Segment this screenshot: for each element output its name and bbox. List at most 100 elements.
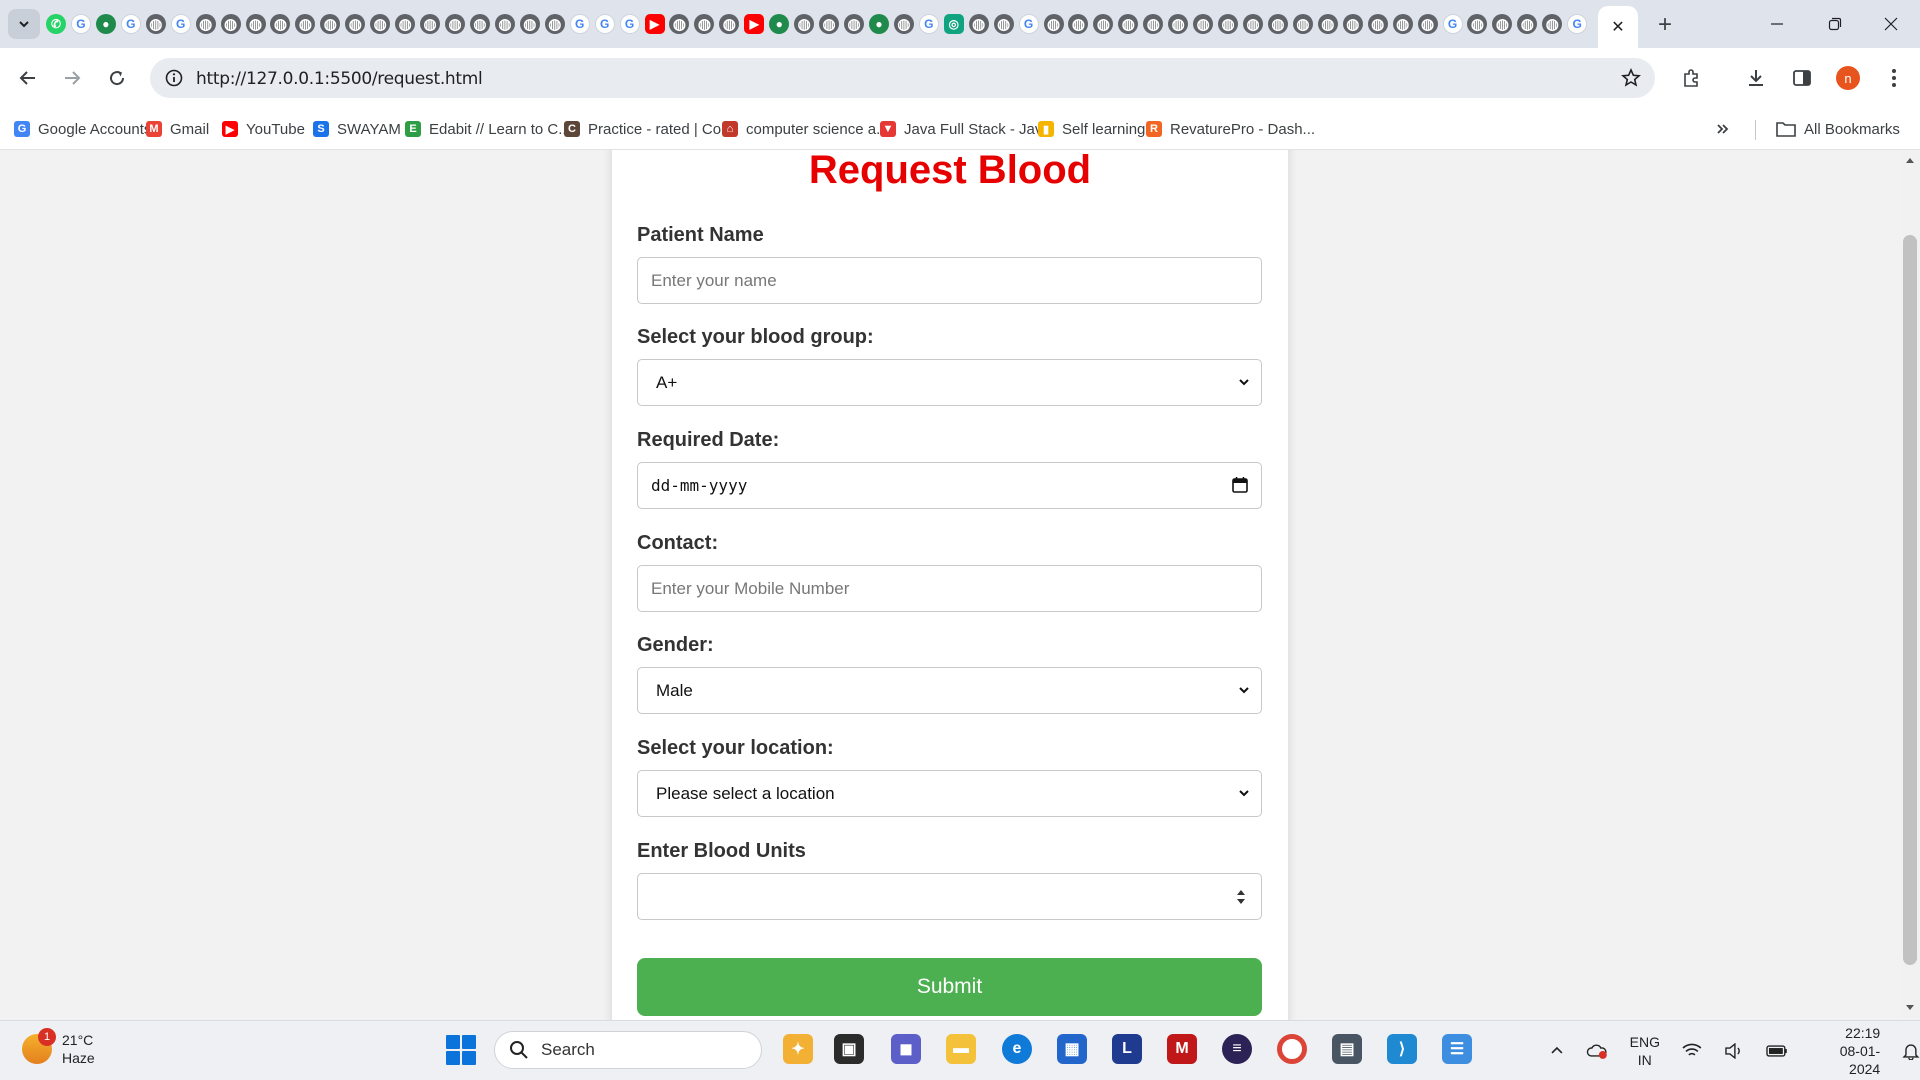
tab-favicon-globe-icon[interactable]: ◍ bbox=[195, 14, 216, 34]
side-panel-button[interactable] bbox=[1786, 62, 1818, 94]
bookmark-item[interactable]: R RevaturePro - Dash... bbox=[1146, 116, 1315, 142]
tab-favicon-globe-icon[interactable]: ◍ bbox=[1317, 14, 1338, 34]
tab-favicon-g-icon[interactable]: G bbox=[170, 14, 191, 34]
tab-favicon-g-icon[interactable]: G bbox=[70, 14, 91, 34]
tab-favicon-globe-icon[interactable]: ◍ bbox=[669, 14, 690, 34]
tab-favicon-globe-icon[interactable]: ◍ bbox=[420, 14, 441, 34]
downloads-button[interactable] bbox=[1740, 62, 1772, 94]
page-scrollbar[interactable] bbox=[1900, 150, 1920, 1020]
tab-favicon-globe-icon[interactable]: ◍ bbox=[968, 14, 989, 34]
language-indicator[interactable]: ENG IN bbox=[1630, 1033, 1660, 1069]
profile-avatar[interactable]: n bbox=[1836, 66, 1860, 90]
browser-menu-button[interactable] bbox=[1878, 62, 1910, 94]
gender-select[interactable]: Male bbox=[637, 667, 1262, 714]
bookmark-item[interactable]: E Edabit // Learn to C... bbox=[405, 116, 571, 142]
tab-favicon-g-icon[interactable]: G bbox=[120, 14, 141, 34]
tab-favicon-globe-icon[interactable]: ◍ bbox=[1243, 14, 1263, 34]
scroll-up-icon[interactable] bbox=[1905, 156, 1915, 164]
tab-favicon-globe-icon[interactable]: ◍ bbox=[519, 14, 540, 34]
tab-favicon-globe-icon[interactable]: ◍ bbox=[345, 14, 366, 34]
tab-favicon-globe-icon[interactable]: ◍ bbox=[469, 14, 490, 34]
active-tab[interactable]: ✕ bbox=[1598, 6, 1638, 48]
contact-input[interactable]: Enter your Mobile Number bbox=[637, 565, 1262, 612]
tab-favicon-globe-icon[interactable]: ◍ bbox=[1143, 14, 1164, 34]
tab-favicon-globe-icon[interactable]: ◍ bbox=[1068, 14, 1089, 34]
bookmark-item[interactable]: G Google Accounts bbox=[14, 116, 151, 142]
tab-favicon-globe-icon[interactable]: ◍ bbox=[1542, 14, 1563, 34]
clock[interactable]: 22:19 08-01-2024 bbox=[1809, 1024, 1880, 1078]
show-hidden-icons-chevron-icon[interactable] bbox=[1550, 1044, 1564, 1058]
tab-favicon-globe-icon[interactable]: ◍ bbox=[893, 14, 914, 34]
calendar-icon[interactable] bbox=[1231, 476, 1249, 494]
tab-favicon-yt-icon[interactable]: ▶ bbox=[644, 14, 665, 34]
tab-favicon-gr-icon[interactable]: ● bbox=[769, 14, 790, 34]
tab-favicon-gr-icon[interactable]: ● bbox=[868, 14, 889, 34]
store-icon[interactable]: ▦ bbox=[1057, 1034, 1087, 1064]
teams-icon[interactable]: ◼ bbox=[891, 1034, 921, 1064]
number-spinner-icon[interactable] bbox=[1235, 887, 1247, 907]
edge-icon[interactable]: e bbox=[1002, 1034, 1032, 1064]
bookmark-item[interactable]: S SWAYAM bbox=[313, 116, 401, 142]
more-bookmarks-button[interactable] bbox=[1716, 116, 1730, 142]
bookmark-item[interactable]: M Gmail bbox=[146, 116, 209, 142]
tab-favicon-g-icon[interactable]: G bbox=[918, 14, 939, 34]
tab-favicon-globe-icon[interactable]: ◍ bbox=[1218, 14, 1239, 34]
tab-favicon-globe-icon[interactable]: ◍ bbox=[370, 14, 391, 34]
l-app-icon[interactable]: L bbox=[1112, 1034, 1142, 1064]
tab-favicon-g-icon[interactable]: G bbox=[1442, 14, 1463, 34]
wifi-icon[interactable] bbox=[1682, 1043, 1702, 1059]
tab-favicon-g-icon[interactable]: G bbox=[1567, 14, 1588, 34]
tab-favicon-globe-icon[interactable]: ◍ bbox=[1043, 14, 1064, 34]
tab-favicon-globe-icon[interactable]: ◍ bbox=[993, 14, 1014, 34]
tab-favicon-globe-icon[interactable]: ◍ bbox=[719, 14, 740, 34]
tab-favicon-g-icon[interactable]: G bbox=[594, 14, 615, 34]
bookmark-item[interactable]: ⌂ computer science a... bbox=[722, 116, 889, 142]
tab-favicon-g-icon[interactable]: G bbox=[1018, 14, 1039, 34]
tab-favicon-globe-icon[interactable]: ◍ bbox=[844, 14, 864, 34]
tab-favicon-globe-icon[interactable]: ◍ bbox=[1168, 14, 1189, 34]
battery-icon[interactable] bbox=[1765, 1044, 1788, 1058]
required-date-input[interactable]: dd-mm-yyyy bbox=[637, 462, 1262, 509]
patient-name-input[interactable]: Enter your name bbox=[637, 257, 1262, 304]
taskbar-search[interactable]: Search bbox=[494, 1031, 762, 1069]
bookmark-item[interactable]: ▮ Self learning bbox=[1038, 116, 1145, 142]
tab-favicon-globe-icon[interactable]: ◍ bbox=[1492, 14, 1513, 34]
volume-icon[interactable] bbox=[1724, 1043, 1744, 1059]
submit-button[interactable]: Submit bbox=[637, 958, 1262, 1016]
mcafee-icon[interactable]: M bbox=[1167, 1034, 1197, 1064]
notepad-icon[interactable]: ☰ bbox=[1442, 1034, 1472, 1064]
tab-favicon-gr-icon[interactable]: ● bbox=[95, 14, 116, 34]
notification-bell-icon[interactable] bbox=[1902, 1042, 1920, 1060]
eclipse-icon[interactable]: ≡ bbox=[1222, 1034, 1252, 1064]
reload-button[interactable] bbox=[101, 62, 133, 94]
tab-favicon-g-icon[interactable]: G bbox=[569, 14, 590, 34]
back-button[interactable] bbox=[12, 62, 44, 94]
task-view-icon[interactable]: ▣ bbox=[834, 1034, 864, 1064]
close-window-button[interactable] bbox=[1862, 0, 1920, 48]
vscode-icon[interactable]: ⟩ bbox=[1387, 1034, 1417, 1064]
tab-favicon-globe-icon[interactable]: ◍ bbox=[245, 14, 266, 34]
copilot-icon[interactable]: ✦ bbox=[783, 1034, 813, 1064]
tab-favicon-globe-icon[interactable]: ◍ bbox=[395, 14, 416, 34]
close-tab-icon[interactable]: ✕ bbox=[1611, 17, 1624, 37]
bookmark-item[interactable]: C Practice - rated | Co... bbox=[564, 116, 734, 142]
new-tab-button[interactable]: + bbox=[1650, 10, 1680, 40]
scroll-down-icon[interactable] bbox=[1905, 1004, 1915, 1012]
minimize-button[interactable] bbox=[1748, 0, 1806, 48]
tab-favicon-globe-icon[interactable]: ◍ bbox=[1417, 14, 1438, 34]
tab-favicon-wa-icon[interactable]: ✆ bbox=[46, 14, 66, 34]
weather-widget[interactable]: 1 21°C Haze bbox=[22, 1028, 95, 1067]
tab-favicon-globe-icon[interactable]: ◍ bbox=[1292, 14, 1313, 34]
all-bookmarks-button[interactable]: All Bookmarks bbox=[1776, 116, 1900, 142]
tab-search-button[interactable] bbox=[8, 9, 40, 39]
extensions-button[interactable] bbox=[1676, 62, 1708, 94]
start-button[interactable] bbox=[446, 1035, 476, 1065]
address-bar[interactable]: http://127.0.0.1:5500/request.html bbox=[150, 58, 1655, 98]
tab-favicon-globe-icon[interactable]: ◍ bbox=[794, 14, 815, 34]
tab-favicon-globe-icon[interactable]: ◍ bbox=[1118, 14, 1139, 34]
forward-button[interactable] bbox=[56, 62, 88, 94]
tab-favicon-globe-icon[interactable]: ◍ bbox=[494, 14, 515, 34]
url-text[interactable]: http://127.0.0.1:5500/request.html bbox=[196, 69, 483, 89]
tab-favicon-globe-icon[interactable]: ◍ bbox=[544, 14, 565, 34]
scroll-thumb[interactable] bbox=[1903, 235, 1917, 965]
